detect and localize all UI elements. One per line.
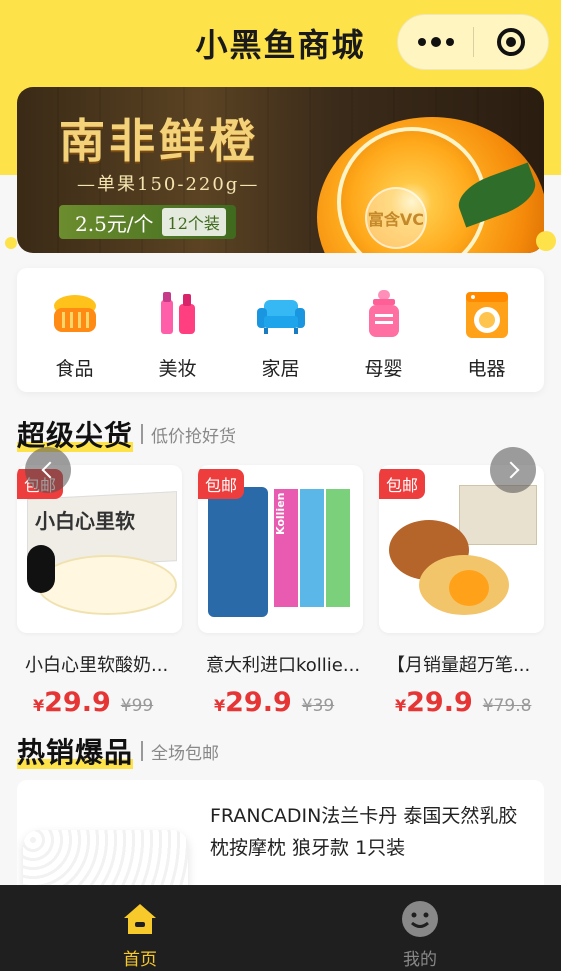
sofa-icon — [256, 300, 305, 334]
smiley-user-icon — [402, 901, 438, 937]
more-button[interactable] — [398, 14, 473, 70]
section-subtitle: 低价抢好货 — [151, 426, 237, 447]
category-label: 家居 — [261, 358, 300, 380]
product-price: ¥ 29.9 ¥79.8 — [395, 687, 532, 718]
bread-basket-icon — [53, 295, 96, 332]
free-shipping-badge: 包邮 — [379, 469, 426, 499]
product-name: 小白心里软酸奶... — [25, 655, 169, 676]
category-label: 食品 — [55, 358, 94, 380]
product-sale-price: 29.9 — [225, 687, 292, 718]
product-sale-price: 29.9 — [406, 687, 473, 718]
home-icon — [124, 904, 156, 934]
product-image-text: 小白心里软 — [35, 509, 135, 533]
carousel-prev-button[interactable] — [25, 447, 71, 493]
product-price: ¥ 29.9 ¥99 — [33, 687, 154, 718]
banner-title: 南非鲜橙 — [59, 114, 259, 168]
section-title: 热销爆品 — [17, 731, 134, 771]
section-title: 超级尖货 — [17, 414, 134, 454]
product-card[interactable]: 小白心里软 包邮 小白心里软酸奶... ¥ 29.9 ¥99 — [17, 465, 182, 718]
banner-indicator-dot — [5, 237, 17, 249]
banner-subtitle: —单果150-220g— — [77, 174, 260, 195]
banner-price-tag: 2.5元/个 12个装 — [59, 205, 236, 239]
cosmetics-icon — [160, 292, 195, 334]
close-button[interactable] — [474, 14, 548, 70]
carousel-next-button[interactable] — [490, 447, 536, 493]
product-price: ¥ 29.9 ¥39 — [214, 687, 335, 718]
washing-machine-icon — [465, 292, 508, 338]
product-original-price: ¥99 — [120, 696, 154, 716]
product-original-price: ¥39 — [301, 696, 335, 716]
promo-banner[interactable]: 南非鲜橙 —单果150-220g— 2.5元/个 12个装 富含VC — [17, 87, 544, 253]
chevron-right-icon — [502, 461, 520, 479]
category-beauty[interactable]: 美妆 — [128, 268, 228, 392]
banner-indicator-dot — [536, 231, 556, 251]
category-home[interactable]: 家居 — [231, 268, 331, 392]
vitamin-seal: 富含VC — [365, 187, 427, 249]
category-baby[interactable]: 母婴 — [334, 268, 434, 392]
product-original-price: ¥79.8 — [482, 696, 532, 716]
product-name: 意大利进口kollie... — [206, 655, 361, 676]
tab-label: 首页 — [123, 950, 157, 970]
section-header-hot: 热销爆品 全场包邮 — [17, 731, 219, 771]
product-card[interactable]: Kollien 包邮 意大利进口kollie... ¥ 29.9 ¥39 — [198, 465, 363, 718]
category-label: 美妆 — [158, 358, 197, 380]
more-dot-icon — [430, 37, 441, 47]
product-name: 【月销量超万笔... — [387, 655, 531, 676]
product-card[interactable]: 包邮 【月销量超万笔... ¥ 29.9 ¥79.8 — [379, 465, 544, 718]
target-close-icon — [496, 28, 525, 56]
category-label: 母婴 — [364, 358, 403, 380]
product-name: FRANCADIN法兰卡丹 泰国天然乳胶枕按摩枕 狼牙款 1只装 — [210, 805, 518, 859]
banner-pack: 12个装 — [161, 208, 226, 236]
product-image: Kollien 包邮 — [198, 465, 363, 633]
more-dot-icon — [417, 38, 426, 46]
tab-profile[interactable]: 我的 — [280, 885, 560, 971]
banner-price: 2.5元/个 — [75, 211, 154, 236]
category-food[interactable]: 食品 — [25, 268, 125, 392]
section-subtitle: 全场包邮 — [151, 743, 220, 764]
product-sale-price: 29.9 — [44, 687, 111, 718]
tab-bar: 首页 我的 — [0, 885, 561, 971]
mini-program-capsule — [397, 14, 549, 70]
category-label: 电器 — [467, 358, 506, 380]
more-dot-icon — [445, 38, 454, 46]
free-shipping-badge: 包邮 — [198, 469, 245, 499]
category-grid: 食品 美妆 家居 母婴 电器 — [17, 268, 544, 392]
product-image-text: Kollien — [274, 492, 287, 536]
category-appliance[interactable]: 电器 — [437, 268, 537, 392]
chevron-left-icon — [41, 461, 59, 479]
baby-bottle-icon — [368, 290, 399, 337]
tab-label: 我的 — [403, 950, 437, 970]
hot-product-card[interactable]: FRANCADIN法兰卡丹 泰国天然乳胶枕按摩枕 狼牙款 1只装 — [17, 780, 544, 900]
tab-home[interactable]: 首页 — [0, 885, 280, 971]
